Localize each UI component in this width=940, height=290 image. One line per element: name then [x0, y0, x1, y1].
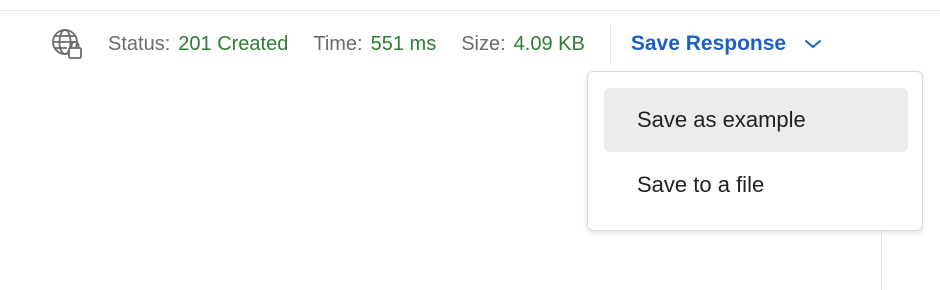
panel-edge — [881, 230, 882, 290]
save-response-button[interactable]: Save Response — [631, 32, 822, 56]
save-response-label: Save Response — [630, 32, 787, 55]
globe-lock-icon[interactable] — [50, 27, 84, 61]
time-value[interactable]: 551 ms — [371, 33, 437, 56]
status-divider — [609, 24, 611, 64]
chevron-down-icon — [804, 38, 822, 50]
response-status-bar: Status: 201 Created Time: 551 ms Size: 4… — [50, 24, 822, 64]
menu-item-save-to-file[interactable]: Save to a file — [604, 153, 908, 217]
top-divider — [0, 10, 940, 11]
response-panel: Status: 201 Created Time: 551 ms Size: 4… — [0, 0, 940, 290]
save-response-menu: Save as example Save to a file — [587, 71, 923, 231]
status-stat: Status: 201 Created — [108, 33, 288, 56]
status-value[interactable]: 201 Created — [178, 33, 288, 56]
menu-item-save-as-example[interactable]: Save as example — [604, 88, 908, 152]
menu-item-label: Save as example — [637, 107, 806, 132]
size-label: Size: — [461, 32, 506, 55]
time-stat: Time: 551 ms — [313, 33, 436, 56]
size-value[interactable]: 4.09 KB — [514, 33, 585, 56]
time-label: Time: — [313, 32, 363, 55]
size-stat: Size: 4.09 KB — [461, 33, 585, 56]
menu-item-label: Save to a file — [637, 172, 765, 197]
status-label: Status: — [108, 32, 171, 55]
